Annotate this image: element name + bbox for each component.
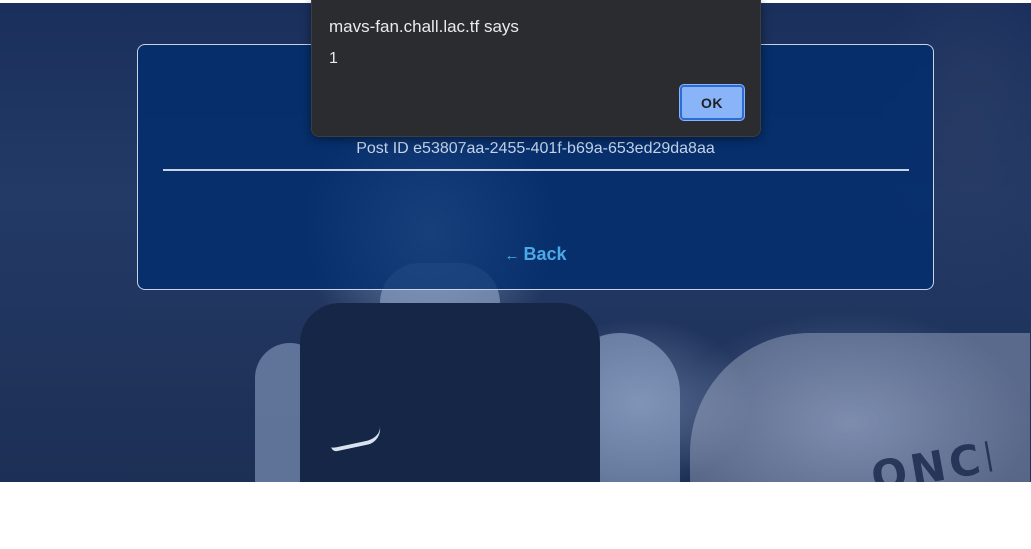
back-link[interactable]: ← Back bbox=[138, 244, 933, 265]
alert-dialog: mavs-fan.chall.lac.tf says 1 OK bbox=[311, 0, 761, 137]
divider bbox=[163, 169, 909, 171]
ok-button[interactable]: OK bbox=[680, 85, 744, 120]
back-arrow-icon: ← bbox=[504, 247, 520, 264]
page: ONCIC Post ID e53807aa-2455-401f-b69a-65… bbox=[0, 0, 1031, 549]
post-id: Post ID e53807aa-2455-401f-b69a-653ed29d… bbox=[356, 140, 715, 157]
alert-message: 1 bbox=[329, 50, 338, 67]
alert-title: mavs-fan.chall.lac.tf says bbox=[329, 17, 519, 36]
background-jersey bbox=[300, 303, 600, 482]
back-link-label: Back bbox=[523, 244, 567, 264]
